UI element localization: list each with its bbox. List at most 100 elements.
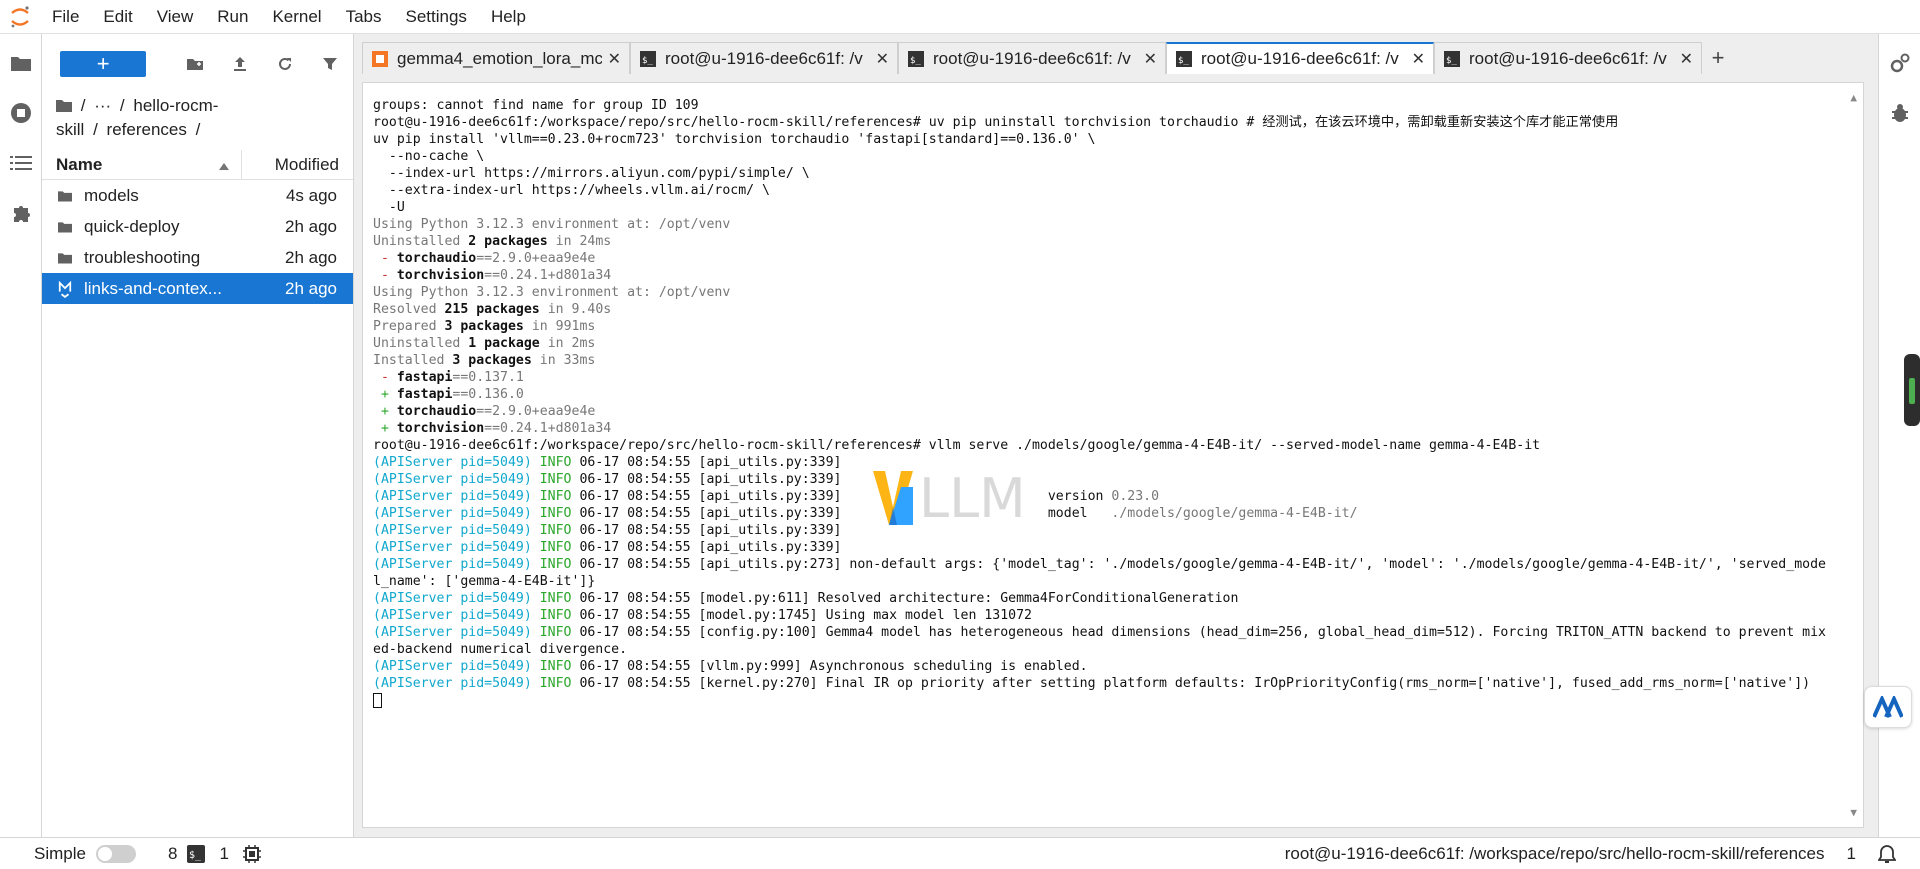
refresh-icon[interactable] <box>263 51 308 77</box>
terminal-text: 0.23.0 <box>1111 489 1160 504</box>
breadcrumb: / ··· / hello-rocm- skill / references / <box>42 94 353 150</box>
upload-icon[interactable] <box>218 51 263 77</box>
tab-bar: gemma4_emotion_lora_mc ✕ $_ root@u-1916-… <box>362 42 1734 74</box>
terminal-text: ==0.24.1+d801a34 <box>484 268 612 283</box>
terminal-text: Uninstalled <box>373 336 469 351</box>
property-inspector-gear-icon[interactable] <box>1879 42 1920 84</box>
column-name-header[interactable]: Name <box>42 149 242 180</box>
close-icon[interactable]: ✕ <box>608 49 621 69</box>
tab-label: root@u-1916-dee6c61f: /v <box>665 48 863 68</box>
file-list: models 4s ago quick-deploy 2h ago troubl… <box>42 180 353 304</box>
scroll-handle-widget[interactable] <box>1904 354 1920 426</box>
terminal-text: ==2.9.0+eaa9e4e <box>476 404 596 419</box>
terminal-text: INFO <box>539 489 572 504</box>
terminal-line: Using Python 3.12.3 environment at: /opt… <box>373 284 1853 301</box>
terminal-text: fastapi <box>396 370 453 385</box>
svg-text:LLM: LLM <box>919 467 1026 527</box>
menu-help[interactable]: Help <box>479 0 538 34</box>
terminal-text: (APIServer pid=5049) <box>373 506 540 521</box>
close-icon[interactable]: ✕ <box>1412 49 1425 69</box>
new-folder-icon[interactable] <box>172 51 217 77</box>
terminal-text: root@u-1916-dee6c61f:/workspace/repo/src… <box>373 438 1541 453</box>
file-row-links-and-context[interactable]: links-and-contex... 2h ago <box>42 273 353 304</box>
breadcrumb-root[interactable]: / <box>81 96 86 115</box>
folder-icon[interactable] <box>0 42 42 84</box>
terminal-line: (APIServer pid=5049) INFO 06-17 08:54:55… <box>373 556 1853 573</box>
menu-edit[interactable]: Edit <box>91 0 144 34</box>
terminal-text: torchaudio <box>396 251 477 266</box>
kernel-count[interactable]: 8 <box>168 844 177 864</box>
scroll-down-icon[interactable]: ▼ <box>1850 804 1857 821</box>
notification-count[interactable]: 1 <box>1847 844 1856 864</box>
terminal-text: ==2.9.0+eaa9e4e <box>476 251 596 266</box>
file-name: models <box>84 185 139 205</box>
file-row-troubleshooting[interactable]: troubleshooting 2h ago <box>42 242 353 273</box>
terminal-text: - <box>373 370 397 385</box>
assistant-icon[interactable] <box>1864 686 1912 728</box>
terminal-text: --extra-index-url https://wheels.vllm.ai… <box>373 183 770 198</box>
status-bar: Simple 8 $_ 1 root@u-1916-dee6c61f: /wor… <box>0 837 1920 869</box>
terminal-text: + <box>373 421 397 436</box>
menu-tabs[interactable]: Tabs <box>334 0 394 34</box>
breadcrumb-segment-current[interactable]: references <box>107 120 187 139</box>
tab-terminal[interactable]: $_ root@u-1916-dee6c61f: /v ✕ <box>1434 42 1702 74</box>
terminal-line: --no-cache \ <box>373 148 1853 165</box>
close-icon[interactable]: ✕ <box>876 49 889 69</box>
tab-terminal[interactable]: $_ root@u-1916-dee6c61f: /v ✕ <box>630 42 898 74</box>
column-modified-header[interactable]: Modified <box>242 155 353 175</box>
terminal-text: --index-url https://mirrors.aliyun.com/p… <box>373 166 810 181</box>
extensions-icon[interactable] <box>0 192 42 234</box>
tab-label: root@u-1916-dee6c61f: /v <box>1469 48 1667 68</box>
kernel-usage-icon[interactable] <box>242 844 261 863</box>
terminal-count[interactable]: 1 <box>219 844 228 864</box>
scroll-up-icon[interactable]: ▲ <box>1850 89 1857 106</box>
table-of-contents-icon[interactable] <box>0 142 42 184</box>
simple-mode-label: Simple <box>34 843 86 863</box>
breadcrumb-home-icon[interactable] <box>56 95 72 118</box>
tab-label: root@u-1916-dee6c61f: /v <box>933 48 1131 68</box>
running-kernels-icon[interactable] <box>0 92 42 134</box>
terminal-line: uv pip install 'vllm==0.23.0+rocm723' to… <box>373 131 1853 148</box>
menu-run[interactable]: Run <box>205 0 260 34</box>
terminal-line: root@u-1916-dee6c61f:/workspace/repo/src… <box>373 437 1853 454</box>
tab-terminal[interactable]: $_ root@u-1916-dee6c61f: /v ✕ <box>898 42 1166 74</box>
terminal-line: --index-url https://mirrors.aliyun.com/p… <box>373 165 1853 182</box>
terminal-text: -U <box>373 200 405 215</box>
tab-terminal-active[interactable]: $_ root@u-1916-dee6c61f: /v ✕ <box>1166 42 1434 74</box>
terminal-line: (APIServer pid=5049) INFO 06-17 08:54:55… <box>373 505 1853 522</box>
terminal-line: (APIServer pid=5049) INFO 06-17 08:54:55… <box>373 607 1853 624</box>
terminal-output[interactable]: groups: cannot find name for group ID 10… <box>362 82 1864 828</box>
breadcrumb-segment[interactable]: skill <box>56 120 84 139</box>
terminal-line: (APIServer pid=5049) INFO 06-17 08:54:55… <box>373 539 1853 556</box>
tab-notebook[interactable]: gemma4_emotion_lora_mc ✕ <box>362 42 630 74</box>
close-icon[interactable]: ✕ <box>1680 49 1693 69</box>
terminal-text: ./models/google/gemma-4-E4B-it/ <box>1111 506 1358 521</box>
new-launcher-button[interactable]: + <box>60 51 147 77</box>
terminal-line: - torchaudio==2.9.0+eaa9e4e <box>373 250 1853 267</box>
terminal-icon: $_ <box>1443 50 1461 68</box>
terminal-text: (APIServer pid=5049) <box>373 455 540 470</box>
breadcrumb-ellipsis[interactable]: ··· <box>94 96 111 115</box>
terminal-text: in 24ms <box>547 234 612 249</box>
terminal-line: (APIServer pid=5049) INFO 06-17 08:54:55… <box>373 675 1853 692</box>
menu-kernel[interactable]: Kernel <box>260 0 333 34</box>
close-icon[interactable]: ✕ <box>1144 49 1157 69</box>
filter-icon[interactable] <box>308 51 353 77</box>
terminal-text: Using Python 3.12.3 environment at: /opt… <box>373 217 731 232</box>
breadcrumb-separator: / <box>119 96 125 115</box>
file-row-models[interactable]: models 4s ago <box>42 180 353 211</box>
menu-view[interactable]: View <box>145 0 206 34</box>
debugger-bug-icon[interactable] <box>1879 92 1920 134</box>
menu-settings[interactable]: Settings <box>394 0 479 34</box>
terminal-text: 06-17 08:54:55 [api_utils.py:339] <box>571 523 842 538</box>
menu-file[interactable]: File <box>40 0 91 34</box>
add-tab-button[interactable]: + <box>1702 42 1734 74</box>
terminal-text: INFO <box>539 608 572 623</box>
notification-bell-icon[interactable] <box>1878 844 1896 864</box>
terminal-icon: $_ <box>187 844 206 863</box>
terminal-text: Installed <box>373 353 453 368</box>
simple-mode-toggle[interactable] <box>95 844 136 863</box>
breadcrumb-segment[interactable]: hello-rocm- <box>133 96 218 115</box>
terminal-line: (APIServer pid=5049) INFO 06-17 08:54:55… <box>373 454 1853 471</box>
file-row-quick-deploy[interactable]: quick-deploy 2h ago <box>42 211 353 242</box>
